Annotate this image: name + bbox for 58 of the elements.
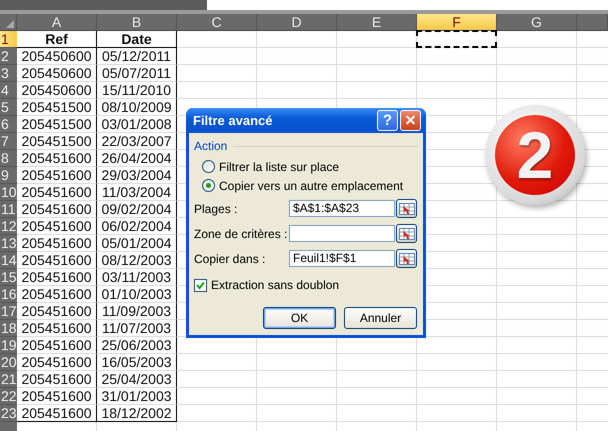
row-header[interactable]: 4	[0, 82, 17, 99]
ok-button[interactable]: OK	[263, 307, 336, 329]
group-label: Action	[194, 139, 228, 153]
close-button[interactable]: ×	[400, 110, 421, 131]
column-header[interactable]: E	[337, 14, 417, 31]
row-header[interactable]: 21	[0, 371, 17, 388]
column-header[interactable]: B	[97, 14, 177, 31]
row-header[interactable]: 18	[0, 320, 17, 337]
help-button[interactable]: ?	[377, 110, 398, 131]
row-header[interactable]: 10	[0, 184, 17, 201]
select-all-button[interactable]	[0, 14, 17, 31]
row-header[interactable]: 6	[0, 116, 17, 133]
radio-label[interactable]: Copier vers un autre emplacement	[219, 178, 404, 192]
dialog-title: Filtre avancé	[193, 113, 274, 128]
row-header[interactable]: 9	[0, 167, 17, 184]
table-cell: 18/12/2002	[97, 405, 177, 422]
column-header[interactable]: C	[177, 14, 257, 31]
row-header[interactable]: 5	[0, 99, 17, 116]
column-header[interactable]: F	[417, 14, 497, 31]
column-header[interactable]: G	[497, 14, 577, 31]
cancel-button[interactable]: Annuler	[344, 307, 417, 329]
field-label: Copier dans :	[194, 252, 266, 266]
row-header[interactable]: 7	[0, 133, 17, 150]
row-header[interactable]: 22	[0, 388, 17, 405]
row-header[interactable]: 12	[0, 218, 17, 235]
column-header[interactable]: D	[257, 14, 337, 31]
row-header[interactable]: 15	[0, 269, 17, 286]
range-picker-button[interactable]	[396, 224, 417, 243]
row-header[interactable]: 2	[0, 48, 17, 65]
input-field[interactable]: $A$1:$A$23	[289, 200, 395, 217]
row-header[interactable]: 13	[0, 235, 17, 252]
row-header[interactable]: 20	[0, 354, 17, 371]
checkbox[interactable]	[194, 278, 207, 292]
table-cell: Ref	[17, 31, 97, 48]
radio-button[interactable]	[202, 179, 215, 192]
table-cell: Date	[97, 31, 177, 48]
step-number-badge: 2	[485, 105, 585, 205]
checkbox-label[interactable]: Extraction sans doublon	[211, 278, 340, 292]
row-header[interactable]: 1	[0, 31, 17, 48]
row-header[interactable]: 19	[0, 337, 17, 354]
row-header[interactable]: 23	[0, 405, 17, 422]
row-header[interactable]: 17	[0, 303, 17, 320]
triangle-icon	[6, 20, 14, 28]
input-field[interactable]	[289, 225, 395, 242]
row-header[interactable]: 14	[0, 252, 17, 269]
field-label: Plages :	[194, 202, 238, 216]
field-label: Zone de critères :	[194, 226, 288, 240]
input-field[interactable]: Feuil1!$F$1	[289, 250, 395, 267]
row-header[interactable]: 16	[0, 286, 17, 303]
range-picker-button[interactable]	[396, 249, 417, 268]
row-header[interactable]: 8	[0, 150, 17, 167]
range-picker-button[interactable]	[396, 199, 417, 218]
radio-button[interactable]	[202, 160, 215, 173]
column-header[interactable]: A	[17, 14, 97, 31]
table-cell: 205451600	[17, 405, 97, 422]
radio-label[interactable]: Filtrer la liste sur place	[219, 160, 340, 174]
row-header[interactable]: 3	[0, 65, 17, 82]
row-header[interactable]: 11	[0, 201, 17, 218]
